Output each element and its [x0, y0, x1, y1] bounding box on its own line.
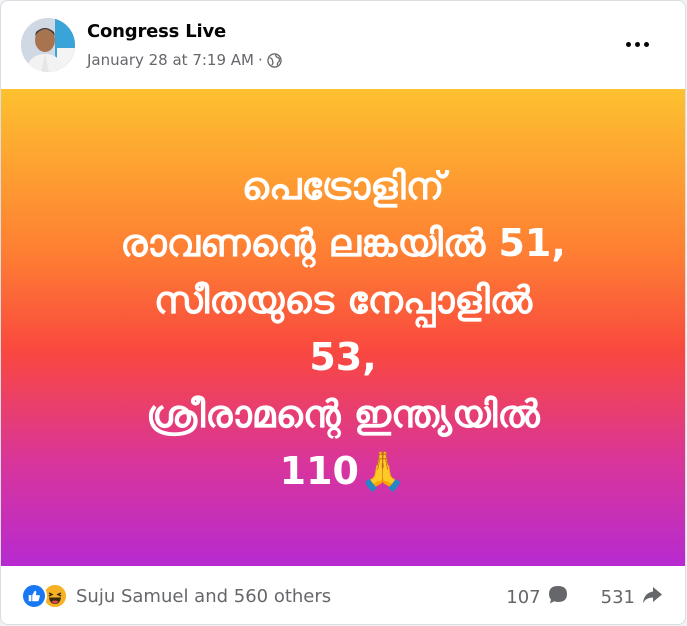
post-header: Congress Live January 28 at 7:19 AM · — [1, 1, 685, 89]
post-text: പെട്രോളിന് രാവണന്റെ ലങ്കയിൽ 51, സീതയുടെ … — [120, 163, 566, 493]
like-icon — [21, 583, 47, 609]
post-footer: Suju Samuel and 560 others 107 531 — [1, 566, 685, 624]
reactions-summary[interactable]: Suju Samuel and 560 others — [21, 583, 331, 609]
reactions-label[interactable]: Suju Samuel and 560 others — [76, 586, 331, 607]
post-card: Congress Live January 28 at 7:19 AM · പെ… — [0, 0, 686, 625]
share-icon[interactable] — [641, 584, 663, 611]
shares-count[interactable]: 531 — [601, 587, 635, 608]
post-meta: January 28 at 7:19 AM · — [87, 51, 282, 69]
globe-icon[interactable] — [267, 52, 282, 68]
more-options-icon[interactable] — [619, 31, 655, 57]
engagement-counts: 107 531 — [506, 584, 663, 611]
comments-count[interactable]: 107 — [506, 587, 540, 608]
meta-separator: · — [258, 51, 263, 69]
author-name[interactable]: Congress Live — [87, 21, 226, 42]
post-timestamp[interactable]: January 28 at 7:19 AM — [87, 51, 254, 69]
comment-icon[interactable] — [547, 584, 569, 611]
post-background: പെട്രോളിന് രാവണന്റെ ലങ്കയിൽ 51, സീതയുടെ … — [1, 89, 685, 566]
author-avatar[interactable] — [21, 18, 75, 72]
